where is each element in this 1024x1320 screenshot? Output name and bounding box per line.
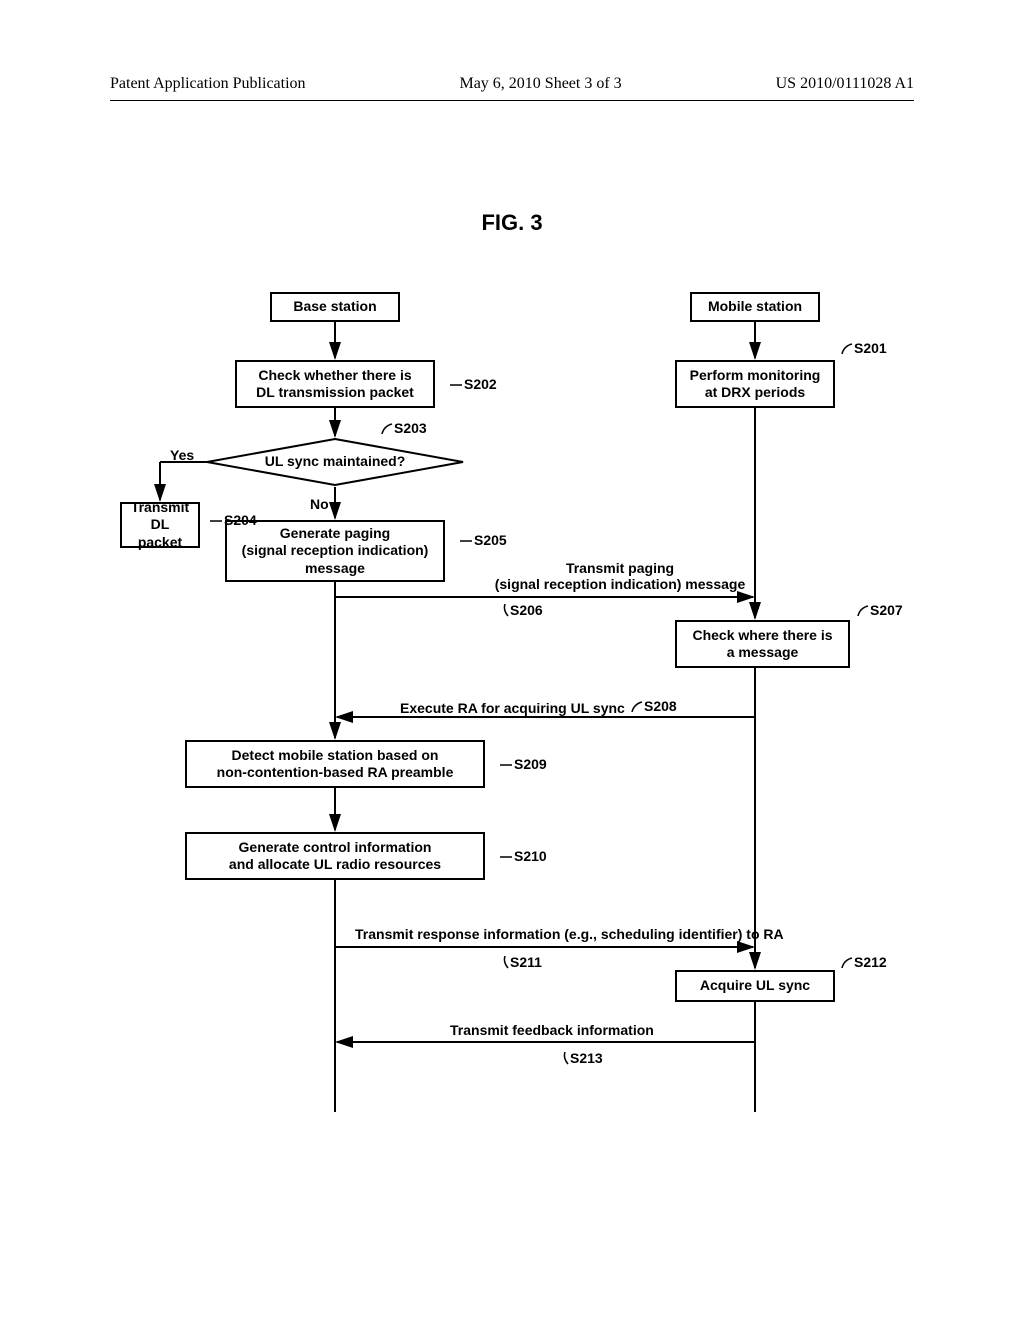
box-s210: Generate control information and allocat… [185,832,485,880]
label-msg-feedback: Transmit feedback information [450,1022,654,1038]
label-s210: S210 [500,848,547,864]
label-no: No [310,496,329,512]
label-s202: S202 [450,376,497,392]
label-s208: S208 [630,698,677,714]
label-s209: S209 [500,756,547,772]
box-base-station: Base station [270,292,400,322]
diamond-s203-text: UL sync maintained? [205,453,465,469]
header-center: May 6, 2010 Sheet 3 of 3 [459,75,621,93]
box-mobile-station: Mobile station [690,292,820,322]
label-s201: S201 [840,340,887,356]
label-msg-ra: Execute RA for acquiring UL sync [400,700,625,716]
box-s209: Detect mobile station based on non-conte… [185,740,485,788]
label-s207: S207 [856,602,903,618]
label-msg-paging: Transmit paging (signal reception indica… [490,560,750,592]
flowchart-diagram: Base station Mobile station Check whethe… [120,292,900,1162]
label-yes: Yes [170,447,194,463]
label-s205: S205 [460,532,507,548]
label-s212: S212 [840,954,887,970]
label-s211: S211 [500,954,542,970]
box-s207: Check where there is a message [675,620,850,668]
label-s206: S206 [500,602,543,618]
box-s212: Acquire UL sync [675,970,835,1002]
header-left: Patent Application Publication [110,75,306,93]
box-s201: Perform monitoring at DRX periods [675,360,835,408]
label-s203: S203 [380,420,427,436]
box-s204: Transmit DL packet [120,502,200,548]
label-s213: S213 [560,1050,603,1066]
header-rule [110,100,914,101]
box-s202: Check whether there is DL transmission p… [235,360,435,408]
label-s204: S204 [210,512,257,528]
box-s205: Generate paging (signal reception indica… [225,520,445,582]
label-msg-response: Transmit response information (e.g., sch… [355,926,784,942]
figure-title: FIG. 3 [0,210,1024,236]
header-right: US 2010/0111028 A1 [776,75,914,93]
diamond-s203: UL sync maintained? [205,437,465,487]
